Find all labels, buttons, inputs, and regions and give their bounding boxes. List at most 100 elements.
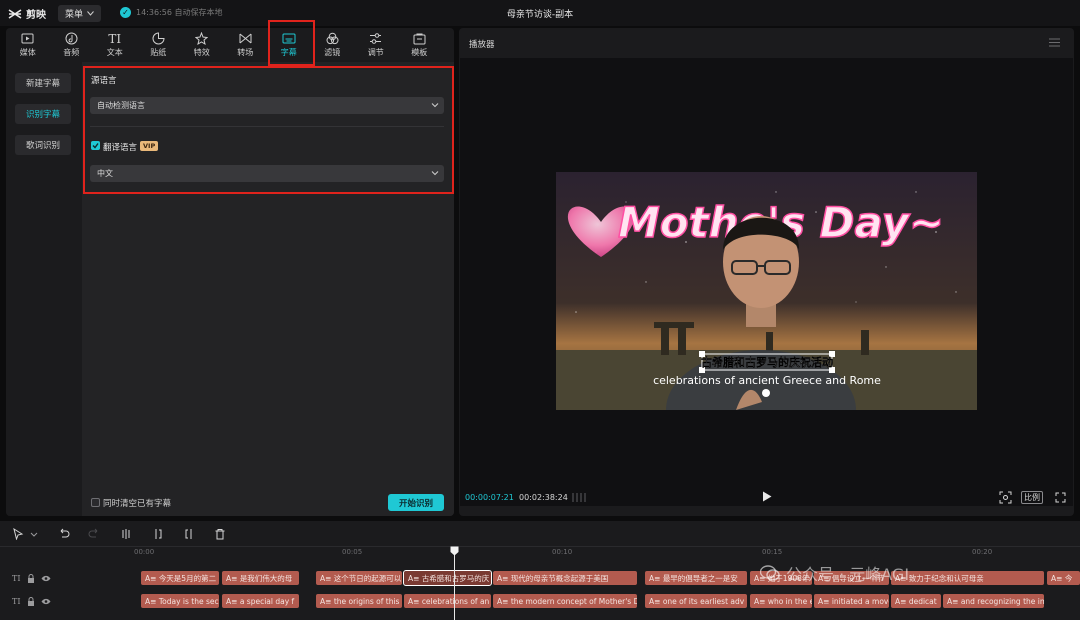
ruler-tick: 00:20 <box>972 548 993 556</box>
tool-sticker-label: 贴纸 <box>150 48 167 57</box>
timeline-view-icon[interactable] <box>572 492 586 503</box>
tool-media[interactable]: 媒体 <box>6 28 50 62</box>
tool-sticker[interactable]: 贴纸 <box>137 28 181 62</box>
effects-icon <box>195 32 209 45</box>
clip-text: A≡ who in the ea <box>754 596 812 606</box>
tool-filter[interactable]: 滤镜 <box>311 28 355 62</box>
filter-icon <box>326 32 339 45</box>
clip-text: A≡ dedicat <box>895 596 937 606</box>
subtitle-clip[interactable]: A≡ and recognizing the im <box>943 594 1044 608</box>
ruler-tick: 00:00 <box>134 548 155 556</box>
subtitle-clip[interactable]: A≡ celebrations of an <box>404 594 491 608</box>
chevron-down-icon[interactable] <box>30 528 38 540</box>
clip-text: A≡ 今天是5月的第二 <box>145 573 217 583</box>
tool-template[interactable]: 模板 <box>398 28 442 62</box>
subtitle-clip-selected[interactable]: A≡ 古希腊和古罗马的庆 <box>403 570 492 586</box>
track-2-controls: TI <box>12 594 51 608</box>
clip-text: A≡ one of its earliest adv <box>649 596 745 606</box>
split-left-icon[interactable] <box>152 528 164 540</box>
current-time: 00:00:07:21 <box>465 493 514 502</box>
template-icon <box>413 33 426 44</box>
total-time: 00:02:38:24 <box>519 493 568 502</box>
ruler-tick: 00:15 <box>762 548 783 556</box>
subtitle-en-overlay: celebrations of ancient Greece and Rome <box>653 374 881 387</box>
clear-existing-checkbox[interactable] <box>91 498 100 507</box>
tool-adjust-label: 调节 <box>367 48 384 57</box>
play-icon[interactable] <box>762 491 772 502</box>
tool-effects-label: 特效 <box>193 48 210 57</box>
subtitle-sidenav: 新建字幕 识别字幕 歌词识别 <box>6 62 82 516</box>
subtitle-clip[interactable]: A≡ Today is the sec <box>141 594 219 608</box>
subtitle-clip[interactable]: A≡ 今天是5月的第二 <box>141 571 219 585</box>
subtitle-cn-overlay: 古希腊和古罗马的庆祝活动 <box>701 355 833 369</box>
redo-icon <box>88 528 98 538</box>
fit-screen-icon[interactable] <box>999 491 1012 504</box>
tool-adjust[interactable]: 调节 <box>354 28 398 62</box>
time-ruler[interactable]: 00:00 00:05 00:10 00:15 00:20 <box>132 548 1080 562</box>
undo-icon[interactable] <box>58 528 70 540</box>
subtitle-clip[interactable]: A≡ who in the ea <box>750 594 812 608</box>
timeline-toolbar <box>0 521 1080 547</box>
lyrics-recognition-button[interactable]: 歌词识别 <box>15 135 71 155</box>
lock-icon[interactable] <box>27 596 35 606</box>
text-track-icon: TI <box>12 573 21 583</box>
clip-text: A≡ and recognizing the im <box>947 596 1044 606</box>
subtitle-clip[interactable]: A≡ the modern concept of Mother's D <box>493 594 637 608</box>
media-icon <box>21 33 34 44</box>
tool-audio[interactable]: 音频 <box>50 28 94 62</box>
text-icon: TI <box>108 31 122 46</box>
new-subtitle-button[interactable]: 新建字幕 <box>15 73 71 93</box>
clip-text: A≡ initiated a move <box>818 596 889 606</box>
eye-icon[interactable] <box>41 598 51 605</box>
lock-icon[interactable] <box>27 573 35 583</box>
player-panel: 播放器 Mothe's Day~ 古希腊和古罗马的庆祝活动 celebratio… <box>459 28 1074 516</box>
track-1-controls: TI <box>12 571 51 585</box>
clip-text: A≡ 这个节日的起源可以 <box>320 573 402 583</box>
subtitle-clip[interactable]: A≡ dedicat <box>891 594 941 608</box>
highlight-box-subtitle-tab <box>268 20 315 66</box>
playhead-line[interactable] <box>454 548 455 620</box>
split-icon[interactable] <box>120 528 132 540</box>
fullscreen-icon[interactable] <box>1055 492 1066 503</box>
aspect-ratio-button[interactable]: 比例 <box>1021 491 1043 504</box>
subtitle-clip[interactable]: A≡ the origins of this <box>316 594 402 608</box>
subtitle-clip[interactable]: A≡ initiated a move <box>814 594 889 608</box>
clear-existing-label: 同时清空已有字幕 <box>103 499 172 509</box>
top-bar: 剪映 菜单 ✓ 14:36:56 自动保存本地 母亲节访谈-副本 <box>0 0 1080 26</box>
tool-transition[interactable]: 转场 <box>224 28 268 62</box>
tool-text[interactable]: TI 文本 <box>93 28 137 62</box>
player-title: 播放器 <box>469 40 495 50</box>
subtitle-clip[interactable]: A≡ 这个节日的起源可以 <box>316 571 402 585</box>
ruler-tick: 00:05 <box>342 548 363 556</box>
rotate-handle-icon[interactable] <box>762 389 770 397</box>
clip-text: A≡ 现代的母亲节概念起源于美国 <box>497 573 609 583</box>
wechat-icon <box>760 565 780 581</box>
subtitle-clip[interactable]: A≡ 是我们伟大的母 <box>222 571 299 585</box>
tool-effects[interactable]: 特效 <box>180 28 224 62</box>
eye-icon[interactable] <box>41 575 51 582</box>
clip-text: A≡ 古希腊和古罗马的庆 <box>408 573 490 583</box>
tool-audio-label: 音频 <box>63 48 80 57</box>
clip-text: A≡ the origins of this <box>320 596 400 606</box>
recognize-subtitle-button[interactable]: 识别字幕 <box>15 104 71 124</box>
cursor-select-icon[interactable] <box>12 528 24 540</box>
clip-text: A≡ celebrations of an <box>408 596 490 606</box>
tool-strip: 媒体 音频 TI 文本 贴纸 特效 转场 字幕 滤镜 调节 模板 <box>6 28 454 62</box>
start-recognize-button[interactable]: 开始识别 <box>388 494 444 511</box>
audio-icon <box>65 32 78 45</box>
clip-text: A≡ 今 <box>1051 573 1073 583</box>
playhead-handle-icon[interactable] <box>450 546 459 556</box>
subtitle-clip[interactable]: A≡ 最早的倡导者之一是安 <box>645 571 747 585</box>
video-frame[interactable]: Mothe's Day~ 古希腊和古罗马的庆祝活动 celebrations o… <box>556 172 977 410</box>
tool-filter-label: 滤镜 <box>324 48 341 57</box>
subtitle-clip[interactable]: A≡ 现代的母亲节概念起源于美国 <box>493 571 637 585</box>
delete-icon[interactable] <box>214 528 226 540</box>
subtitle-clip[interactable]: A≡ a special day f <box>222 594 299 608</box>
split-right-icon[interactable] <box>183 528 195 540</box>
menu-icon[interactable] <box>1049 38 1060 47</box>
subtitle-clip[interactable]: A≡ one of its earliest adv <box>645 594 747 608</box>
watermark-text: 公众号 · 元峰AGI <box>786 565 910 584</box>
subtitle-clip[interactable]: A≡ 致力于纪念和认可母亲 <box>891 571 1044 585</box>
player-viewport: Mothe's Day~ 古希腊和古罗马的庆祝活动 celebrations o… <box>460 58 1073 506</box>
subtitle-clip[interactable]: A≡ 今 <box>1047 571 1080 585</box>
